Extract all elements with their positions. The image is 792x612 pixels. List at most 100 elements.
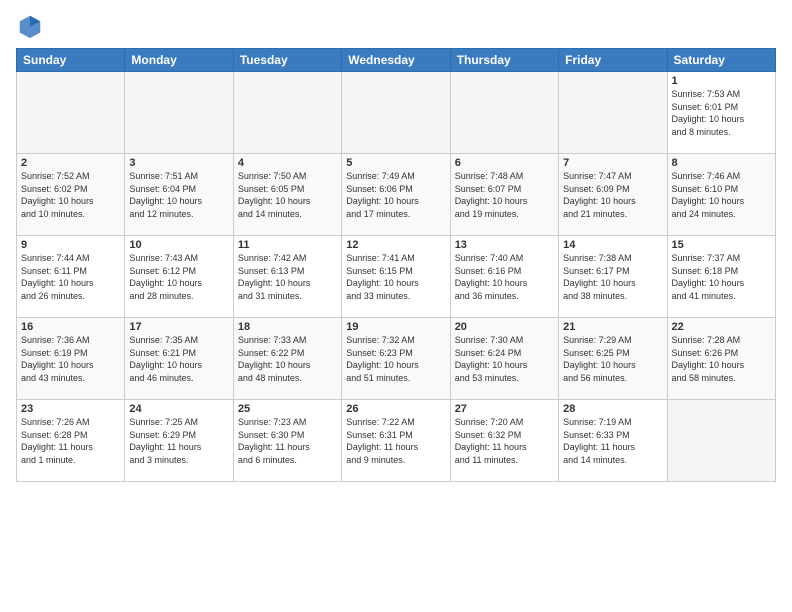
day-number: 27 (455, 403, 554, 415)
day-info: Sunrise: 7:20 AM Sunset: 6:32 PM Dayligh… (455, 416, 554, 466)
day-number: 11 (238, 239, 337, 251)
day-number: 10 (129, 239, 228, 251)
week-row-1: 1Sunrise: 7:53 AM Sunset: 6:01 PM Daylig… (17, 72, 776, 154)
day-info: Sunrise: 7:50 AM Sunset: 6:05 PM Dayligh… (238, 170, 337, 220)
calendar-cell: 14Sunrise: 7:38 AM Sunset: 6:17 PM Dayli… (559, 236, 667, 318)
weekday-thursday: Thursday (450, 49, 558, 72)
calendar-cell: 6Sunrise: 7:48 AM Sunset: 6:07 PM Daylig… (450, 154, 558, 236)
weekday-header-row: SundayMondayTuesdayWednesdayThursdayFrid… (17, 49, 776, 72)
day-number: 13 (455, 239, 554, 251)
calendar-cell: 16Sunrise: 7:36 AM Sunset: 6:19 PM Dayli… (17, 318, 125, 400)
day-number: 2 (21, 157, 120, 169)
day-number: 8 (672, 157, 771, 169)
day-info: Sunrise: 7:33 AM Sunset: 6:22 PM Dayligh… (238, 334, 337, 384)
calendar-cell (667, 400, 775, 482)
calendar-cell (342, 72, 450, 154)
calendar-cell: 15Sunrise: 7:37 AM Sunset: 6:18 PM Dayli… (667, 236, 775, 318)
weekday-wednesday: Wednesday (342, 49, 450, 72)
calendar-cell: 25Sunrise: 7:23 AM Sunset: 6:30 PM Dayli… (233, 400, 341, 482)
day-number: 14 (563, 239, 662, 251)
calendar-cell: 20Sunrise: 7:30 AM Sunset: 6:24 PM Dayli… (450, 318, 558, 400)
calendar-cell: 9Sunrise: 7:44 AM Sunset: 6:11 PM Daylig… (17, 236, 125, 318)
day-info: Sunrise: 7:36 AM Sunset: 6:19 PM Dayligh… (21, 334, 120, 384)
calendar-cell: 24Sunrise: 7:25 AM Sunset: 6:29 PM Dayli… (125, 400, 233, 482)
calendar-cell: 11Sunrise: 7:42 AM Sunset: 6:13 PM Dayli… (233, 236, 341, 318)
day-info: Sunrise: 7:48 AM Sunset: 6:07 PM Dayligh… (455, 170, 554, 220)
day-info: Sunrise: 7:19 AM Sunset: 6:33 PM Dayligh… (563, 416, 662, 466)
calendar-cell: 7Sunrise: 7:47 AM Sunset: 6:09 PM Daylig… (559, 154, 667, 236)
day-number: 1 (672, 75, 771, 87)
weekday-sunday: Sunday (17, 49, 125, 72)
day-info: Sunrise: 7:46 AM Sunset: 6:10 PM Dayligh… (672, 170, 771, 220)
calendar-cell: 10Sunrise: 7:43 AM Sunset: 6:12 PM Dayli… (125, 236, 233, 318)
weekday-saturday: Saturday (667, 49, 775, 72)
week-row-4: 16Sunrise: 7:36 AM Sunset: 6:19 PM Dayli… (17, 318, 776, 400)
day-number: 4 (238, 157, 337, 169)
day-info: Sunrise: 7:52 AM Sunset: 6:02 PM Dayligh… (21, 170, 120, 220)
calendar-cell: 5Sunrise: 7:49 AM Sunset: 6:06 PM Daylig… (342, 154, 450, 236)
day-info: Sunrise: 7:40 AM Sunset: 6:16 PM Dayligh… (455, 252, 554, 302)
day-info: Sunrise: 7:28 AM Sunset: 6:26 PM Dayligh… (672, 334, 771, 384)
calendar-cell: 28Sunrise: 7:19 AM Sunset: 6:33 PM Dayli… (559, 400, 667, 482)
day-info: Sunrise: 7:23 AM Sunset: 6:30 PM Dayligh… (238, 416, 337, 466)
day-number: 6 (455, 157, 554, 169)
day-number: 28 (563, 403, 662, 415)
day-info: Sunrise: 7:37 AM Sunset: 6:18 PM Dayligh… (672, 252, 771, 302)
day-info: Sunrise: 7:44 AM Sunset: 6:11 PM Dayligh… (21, 252, 120, 302)
calendar-cell: 2Sunrise: 7:52 AM Sunset: 6:02 PM Daylig… (17, 154, 125, 236)
day-number: 17 (129, 321, 228, 333)
day-info: Sunrise: 7:42 AM Sunset: 6:13 PM Dayligh… (238, 252, 337, 302)
day-info: Sunrise: 7:26 AM Sunset: 6:28 PM Dayligh… (21, 416, 120, 466)
calendar-cell: 3Sunrise: 7:51 AM Sunset: 6:04 PM Daylig… (125, 154, 233, 236)
day-number: 16 (21, 321, 120, 333)
day-info: Sunrise: 7:49 AM Sunset: 6:06 PM Dayligh… (346, 170, 445, 220)
calendar-cell: 12Sunrise: 7:41 AM Sunset: 6:15 PM Dayli… (342, 236, 450, 318)
calendar-cell: 1Sunrise: 7:53 AM Sunset: 6:01 PM Daylig… (667, 72, 775, 154)
day-number: 23 (21, 403, 120, 415)
day-number: 21 (563, 321, 662, 333)
day-info: Sunrise: 7:29 AM Sunset: 6:25 PM Dayligh… (563, 334, 662, 384)
day-info: Sunrise: 7:43 AM Sunset: 6:12 PM Dayligh… (129, 252, 228, 302)
day-number: 15 (672, 239, 771, 251)
day-number: 20 (455, 321, 554, 333)
calendar-cell: 18Sunrise: 7:33 AM Sunset: 6:22 PM Dayli… (233, 318, 341, 400)
calendar-cell: 21Sunrise: 7:29 AM Sunset: 6:25 PM Dayli… (559, 318, 667, 400)
calendar-cell: 23Sunrise: 7:26 AM Sunset: 6:28 PM Dayli… (17, 400, 125, 482)
day-number: 25 (238, 403, 337, 415)
page: SundayMondayTuesdayWednesdayThursdayFrid… (0, 0, 792, 612)
day-info: Sunrise: 7:47 AM Sunset: 6:09 PM Dayligh… (563, 170, 662, 220)
day-number: 24 (129, 403, 228, 415)
calendar-cell (450, 72, 558, 154)
week-row-5: 23Sunrise: 7:26 AM Sunset: 6:28 PM Dayli… (17, 400, 776, 482)
day-info: Sunrise: 7:53 AM Sunset: 6:01 PM Dayligh… (672, 88, 771, 138)
day-number: 3 (129, 157, 228, 169)
day-info: Sunrise: 7:32 AM Sunset: 6:23 PM Dayligh… (346, 334, 445, 384)
day-info: Sunrise: 7:41 AM Sunset: 6:15 PM Dayligh… (346, 252, 445, 302)
day-info: Sunrise: 7:35 AM Sunset: 6:21 PM Dayligh… (129, 334, 228, 384)
day-number: 19 (346, 321, 445, 333)
calendar-cell (233, 72, 341, 154)
weekday-tuesday: Tuesday (233, 49, 341, 72)
calendar-cell (17, 72, 125, 154)
header (16, 12, 776, 40)
day-info: Sunrise: 7:38 AM Sunset: 6:17 PM Dayligh… (563, 252, 662, 302)
day-info: Sunrise: 7:30 AM Sunset: 6:24 PM Dayligh… (455, 334, 554, 384)
calendar-cell: 22Sunrise: 7:28 AM Sunset: 6:26 PM Dayli… (667, 318, 775, 400)
day-number: 9 (21, 239, 120, 251)
day-number: 22 (672, 321, 771, 333)
weekday-monday: Monday (125, 49, 233, 72)
logo-icon (16, 12, 44, 40)
week-row-2: 2Sunrise: 7:52 AM Sunset: 6:02 PM Daylig… (17, 154, 776, 236)
calendar-cell: 17Sunrise: 7:35 AM Sunset: 6:21 PM Dayli… (125, 318, 233, 400)
calendar-cell: 27Sunrise: 7:20 AM Sunset: 6:32 PM Dayli… (450, 400, 558, 482)
calendar-cell (559, 72, 667, 154)
day-number: 18 (238, 321, 337, 333)
day-number: 7 (563, 157, 662, 169)
day-number: 26 (346, 403, 445, 415)
calendar-cell: 13Sunrise: 7:40 AM Sunset: 6:16 PM Dayli… (450, 236, 558, 318)
weekday-friday: Friday (559, 49, 667, 72)
calendar-cell: 8Sunrise: 7:46 AM Sunset: 6:10 PM Daylig… (667, 154, 775, 236)
calendar: SundayMondayTuesdayWednesdayThursdayFrid… (16, 48, 776, 482)
day-info: Sunrise: 7:22 AM Sunset: 6:31 PM Dayligh… (346, 416, 445, 466)
calendar-cell: 19Sunrise: 7:32 AM Sunset: 6:23 PM Dayli… (342, 318, 450, 400)
